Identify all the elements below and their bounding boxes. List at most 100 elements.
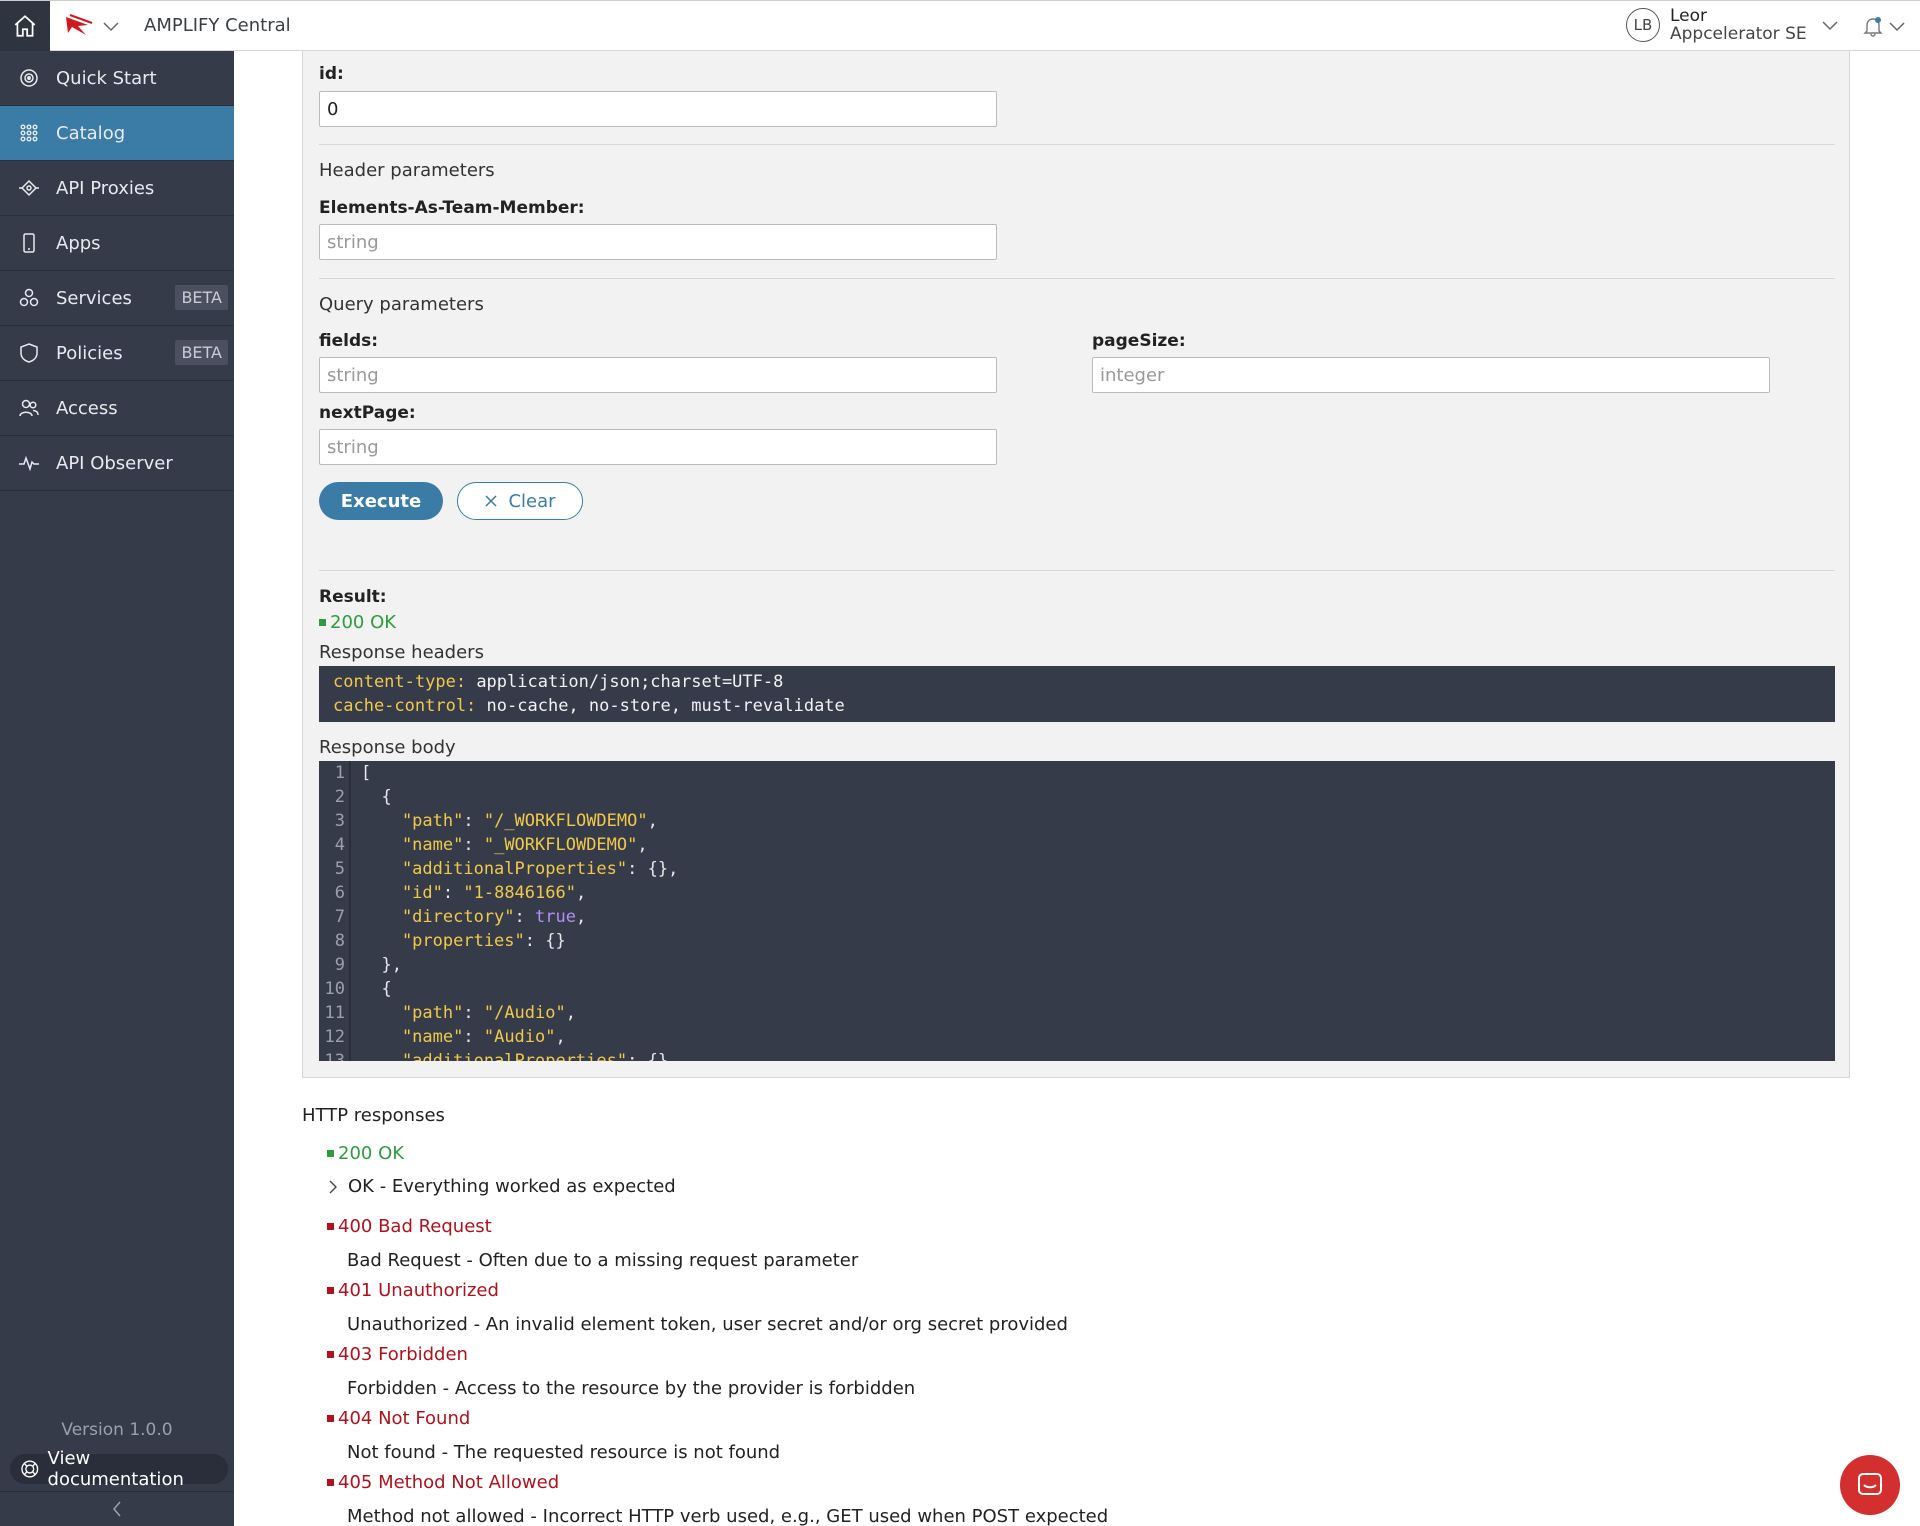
sidebar-item-catalog[interactable]: Catalog [0,106,234,161]
sidebar-item-label: Policies [56,342,123,364]
code-text: "id": "1-8846166", [361,883,587,903]
beta-badge: BETA [175,340,228,365]
code-line: 13 "additionalProperties": {}, [319,1049,1835,1061]
sidebar-item-api-proxies[interactable]: API Proxies [0,161,234,216]
code-line: 5 "additionalProperties": {}, [319,857,1835,881]
response-200-expand[interactable]: OK - Everything worked as expected [328,1176,676,1197]
chevron-right-icon [329,1180,337,1193]
code-text: { [361,979,392,999]
quick-start-icon [18,67,40,89]
pulse-icon [18,452,40,474]
chat-icon [1858,1473,1882,1495]
sidebar-item-apps[interactable]: Apps [0,216,234,271]
code-text: { [361,787,392,807]
avatar: LB [1626,8,1660,42]
code-text: "additionalProperties": {}, [361,859,679,879]
clear-label: Clear [508,490,556,512]
services-icon [18,287,40,309]
sidebar-item-label: Quick Start [56,67,157,89]
user-menu[interactable]: LB Leor Appcelerator SE [1626,7,1839,43]
notifications-button[interactable] [1862,15,1906,37]
response-code-200: 200 OK [327,1143,404,1164]
code-text: }, [361,955,402,975]
sidebar-item-api-observer[interactable]: API Observer [0,436,234,491]
product-switcher[interactable] [64,13,120,39]
code-line: 6 "id": "1-8846166", [319,881,1835,905]
home-button[interactable] [0,1,50,51]
fields-label: fields: [319,331,379,351]
line-number: 2 [334,787,345,807]
status-dot [327,1223,334,1230]
header-line: content-type: application/json;charset=U… [333,672,784,692]
execute-button[interactable]: Execute [319,482,443,520]
bell-icon [1863,17,1883,37]
elements-as-team-member-label: Elements-As-Team-Member: [319,198,585,218]
fields-input[interactable] [319,357,997,393]
sidebar-item-services[interactable]: Services BETA [0,271,234,326]
result-label: Result: [319,587,387,607]
response-body-block[interactable]: 1[2 {3 "path": "/_WORKFLOWDEMO", 4 "name"… [319,761,1835,1061]
try-it-panel: id: Header parameters Elements-As-Team-M… [302,51,1850,1078]
line-number: 11 [324,1003,345,1023]
status-dot [319,619,326,626]
result-status: 200 OK [319,612,396,633]
divider [319,278,1835,279]
sidebar-item-label: Catalog [56,122,126,144]
users-icon [18,397,40,419]
view-documentation-button[interactable]: View documentation [10,1448,228,1490]
status-dot [327,1415,334,1422]
code-text: "name": "Audio", [361,1027,566,1047]
sidebar-item-label: Access [56,397,118,419]
shield-icon [18,342,40,364]
status-dot [327,1479,334,1486]
clear-button[interactable]: Clear [457,482,583,520]
response-headers-title: Response headers [319,642,484,663]
pagesize-input[interactable] [1092,357,1770,393]
line-number: 9 [334,955,345,975]
sidebar-item-policies[interactable]: Policies BETA [0,326,234,381]
response-code-403: 403 Forbidden [327,1344,468,1365]
line-number: 13 [324,1051,345,1061]
sidebar-item-label: API Observer [56,452,173,474]
header-line: cache-control: no-cache, no-store, must-… [333,696,845,716]
code-text: "additionalProperties": {}, [361,1051,679,1061]
nextpage-input[interactable] [319,429,997,465]
chat-button[interactable] [1840,1455,1900,1515]
response-body-title: Response body [319,737,456,758]
code-text: "path": "/_WORKFLOWDEMO", [361,811,658,831]
version-label: Version 1.0.0 [61,1420,173,1440]
code-text: "directory": true, [361,907,587,927]
lifebuoy-icon [21,1460,39,1478]
code-line: 11 "path": "/Audio", [319,1001,1835,1025]
response-code-401: 401 Unauthorized [327,1280,499,1301]
elements-as-team-member-input[interactable] [319,224,997,260]
app-title: AMPLIFY Central [144,15,291,36]
code-line: 4 "name": "_WORKFLOWDEMO", [319,833,1835,857]
axway-logo-icon [66,14,93,35]
code-text: "path": "/Audio", [361,1003,576,1023]
line-number: 7 [334,907,345,927]
divider [319,570,1835,571]
code-text: "properties": {} [361,931,566,951]
id-input[interactable] [319,91,997,127]
sidebar-item-label: API Proxies [56,177,155,199]
user-name: Leor [1670,6,1708,26]
code-text: "name": "_WORKFLOWDEMO", [361,835,648,855]
response-desc: Unauthorized - An invalid element token,… [347,1314,1068,1335]
home-icon [14,15,36,37]
code-line: 9 }, [319,953,1835,977]
line-number: 1 [334,763,345,783]
response-desc: OK - Everything worked as expected [348,1176,676,1197]
code-line: 1[ [319,761,1835,785]
collapse-sidebar-button[interactable] [0,1491,234,1526]
sidebar: Quick Start Catalog API Proxies Apps Ser… [0,51,234,1526]
code-line: 8 "properties": {} [319,929,1835,953]
response-desc: Forbidden - Access to the resource by th… [347,1378,916,1399]
response-code-404: 404 Not Found [327,1408,470,1429]
code-line: 2 { [319,785,1835,809]
sidebar-item-quick-start[interactable]: Quick Start [0,51,234,106]
sidebar-item-access[interactable]: Access [0,381,234,436]
header-parameters-title: Header parameters [319,160,495,181]
view-documentation-label: View documentation [47,1448,184,1490]
response-headers-block: content-type: application/json;charset=U… [319,666,1835,722]
